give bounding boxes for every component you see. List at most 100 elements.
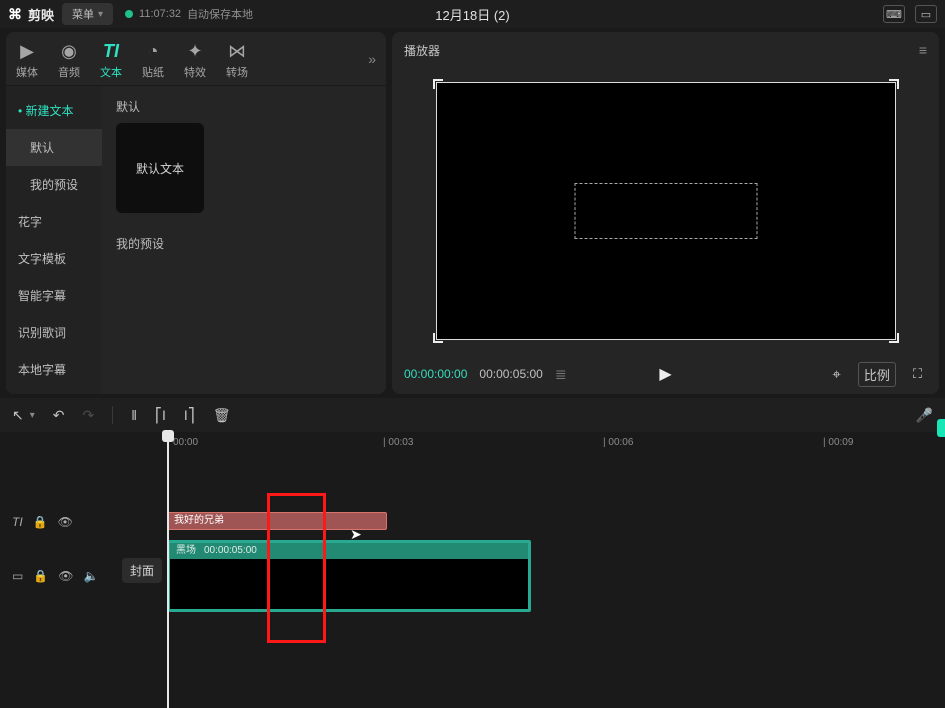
track-video-lane[interactable]: 黑场 00:00:05:00 (165, 540, 945, 612)
chevron-down-icon: ▾ (98, 9, 103, 20)
tab-text-label: 文本 (100, 64, 122, 80)
tab-sticker-label: 贴纸 (142, 64, 164, 80)
corner-handle-tl[interactable] (433, 79, 443, 89)
ruler-label-3: | 00:09 (823, 437, 853, 448)
text-clip-label: 我好的兄弟 (174, 515, 224, 526)
title-bar: ⌘ 剪映 菜单 ▾ 11:07:32 自动保存本地 12月18日 (2) ⌨ ▭ (0, 0, 945, 28)
tab-text[interactable]: TI 文本 (100, 37, 122, 80)
sidebar-item-fancy[interactable]: 花字 (6, 203, 102, 240)
trim-right-icon[interactable]: I⎤ (184, 407, 195, 424)
corner-handle-tr[interactable] (889, 79, 899, 89)
tab-fx-label: 特效 (184, 64, 206, 80)
tab-media-label: 媒体 (16, 64, 38, 80)
cursor-tool-icon[interactable]: ↖ (12, 407, 24, 424)
menu-button[interactable]: 菜单 ▾ (62, 3, 113, 25)
keyboard-icon[interactable]: ⌨ (883, 5, 905, 23)
video-clip-label: 黑场 (176, 543, 196, 559)
media-icon: ▶ (20, 41, 34, 62)
preview-stage[interactable]: 我好的兄弟 (392, 68, 939, 354)
preview-menu-icon[interactable]: ≡ (919, 42, 927, 58)
preset-tile-label: 默认文本 (136, 160, 184, 177)
sidebar-item-smart-subtitle[interactable]: 智能字幕 (6, 277, 102, 314)
tracks: TI 🔒 👁 我好的兄弟 ▭ 🔒 👁 🔈 黑场 (0, 456, 945, 612)
preview-controls: 00:00:00:00 00:00:05:00 ≣ ▶ ⌖ 比例 ⛶ (392, 354, 939, 394)
app-name: 剪映 (28, 5, 54, 24)
focus-icon[interactable]: ⌖ (827, 364, 845, 385)
ratio-button[interactable]: 比例 (858, 362, 896, 387)
segments-icon[interactable]: ≣ (555, 366, 567, 383)
undo-icon[interactable]: ↶ (53, 407, 65, 424)
text-clip[interactable]: 我好的兄弟 (167, 512, 387, 530)
menu-label: 菜单 (72, 6, 94, 22)
video-clip-time: 00:00:05:00 (204, 543, 257, 559)
track-video-head: ▭ 🔒 👁 🔈 (0, 569, 115, 583)
layout-icon[interactable]: ▭ (915, 5, 937, 23)
status-dot-icon (125, 10, 133, 18)
section-default-label: 默认 (116, 98, 372, 115)
fullscreen-icon[interactable]: ⛶ (908, 364, 927, 384)
preview-header: 播放器 ≡ (392, 32, 939, 68)
redo-icon[interactable]: ↷ (83, 407, 95, 424)
resource-tabs: ▶ 媒体 ◉ 音频 TI 文本 ◔ 贴纸 ✦ 特效 ⋈ 转场 (6, 32, 386, 86)
title-right-icons: ⌨ ▭ (883, 5, 937, 23)
autosave-indicator: 11:07:32 自动保存本地 (125, 6, 253, 22)
ruler-label-0: 00:00 (173, 437, 198, 448)
resource-panel: ▶ 媒体 ◉ 音频 TI 文本 ◔ 贴纸 ✦ 特效 ⋈ 转场 (6, 32, 386, 394)
tab-audio[interactable]: ◉ 音频 (58, 37, 80, 80)
tab-fx[interactable]: ✦ 特效 (184, 37, 206, 80)
cover-button[interactable]: 封面 (122, 558, 162, 583)
sidebar-item-lyrics[interactable]: 识别歌词 (6, 314, 102, 351)
canvas-wrap: 我好的兄弟 (436, 82, 896, 340)
corner-handle-bl[interactable] (433, 333, 443, 343)
video-clip-header: 黑场 00:00:05:00 (170, 543, 528, 559)
delete-icon[interactable]: 🗑 (213, 407, 231, 424)
playhead[interactable] (167, 432, 169, 708)
app-logo: ⌘ 剪映 (8, 5, 54, 24)
tab-audio-label: 音频 (58, 64, 80, 80)
tabs-expand-button[interactable]: » (368, 51, 376, 67)
text-track-icon: TI (12, 515, 23, 529)
track-text-lane[interactable]: 我好的兄弟 (165, 508, 945, 536)
preset-default-text[interactable]: 默认文本 (116, 123, 204, 213)
side-tab-indicator[interactable] (937, 419, 945, 437)
tab-media[interactable]: ▶ 媒体 (16, 37, 38, 80)
track-text-head: TI 🔒 👁 (0, 515, 115, 529)
fx-icon: ✦ (187, 41, 202, 62)
separator (112, 406, 113, 424)
sidebar-item-my-presets[interactable]: 我的预设 (6, 166, 102, 203)
mute-icon[interactable]: 🔈 (84, 569, 99, 583)
text-sidebar: • 新建文本 默认 我的预设 花字 文字模板 智能字幕 识别歌词 本地字幕 (6, 86, 102, 394)
sidebar-item-local-subtitle[interactable]: 本地字幕 (6, 351, 102, 388)
split-icon[interactable]: ‖ (131, 407, 137, 423)
timeline-toolbar: ↖ ▾ ↶ ↷ ‖ ⎡I I⎤ 🗑 🎤 (0, 398, 945, 432)
logo-icon: ⌘ (8, 6, 22, 23)
trim-left-icon[interactable]: ⎡I (155, 407, 166, 424)
text-presets-area: 默认 默认文本 我的预设 (102, 86, 386, 394)
tab-transition[interactable]: ⋈ 转场 (226, 37, 248, 80)
time-current: 00:00:00:00 (404, 367, 467, 381)
video-clip[interactable]: 黑场 00:00:05:00 (167, 540, 531, 612)
sidebar-item-default[interactable]: 默认 (6, 129, 102, 166)
transition-icon: ⋈ (228, 41, 246, 62)
visibility-icon[interactable]: 👁 (58, 515, 73, 529)
time-total: 00:00:05:00 (479, 367, 542, 381)
text-overlay-box[interactable]: 我好的兄弟 (574, 183, 757, 239)
preview-title: 播放器 (404, 42, 440, 59)
chevron-down-icon[interactable]: ▾ (30, 410, 35, 421)
timeline-area: 00:00 | 00:03 | 00:06 | 00:09 TI 🔒 👁 我好的… (0, 432, 945, 708)
lock-icon[interactable]: 🔒 (33, 515, 48, 529)
sidebar-group-new-text[interactable]: • 新建文本 (6, 92, 102, 129)
play-button[interactable]: ▶ (659, 364, 671, 384)
video-track-icon: ▭ (12, 569, 23, 583)
sticker-icon: ◔ (148, 41, 159, 62)
project-name: 12月18日 (2) (435, 5, 509, 24)
track-text: TI 🔒 👁 我好的兄弟 (0, 508, 945, 536)
corner-handle-br[interactable] (889, 333, 899, 343)
tab-sticker[interactable]: ◔ 贴纸 (142, 37, 164, 80)
text-icon: TI (103, 41, 119, 62)
visibility-icon[interactable]: 👁 (58, 569, 73, 583)
sidebar-item-template[interactable]: 文字模板 (6, 240, 102, 277)
time-ruler[interactable]: 00:00 | 00:03 | 00:06 | 00:09 (165, 432, 945, 456)
mic-icon[interactable]: 🎤 (916, 407, 933, 424)
lock-icon[interactable]: 🔒 (33, 569, 48, 583)
